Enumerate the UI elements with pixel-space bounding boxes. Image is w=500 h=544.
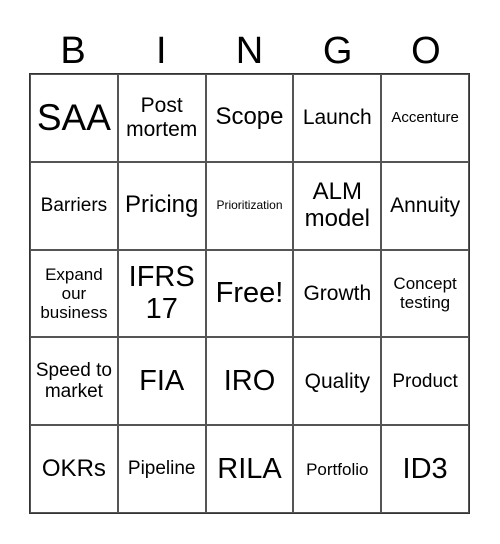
bingo-cell[interactable]: Quality: [293, 337, 382, 426]
bingo-cell[interactable]: Accenture: [381, 74, 469, 162]
bingo-cell[interactable]: Pipeline: [117, 425, 206, 513]
bingo-card: SAA Post mortem Scope Launch Accenture B…: [29, 73, 470, 514]
bingo-cell[interactable]: SAA: [30, 74, 118, 162]
bingo-cell[interactable]: Post mortem: [117, 74, 206, 162]
bingo-cell[interactable]: ID3: [381, 425, 469, 513]
bingo-cell[interactable]: Barriers: [30, 161, 118, 250]
bingo-cell[interactable]: IRO: [205, 337, 294, 426]
bingo-cell[interactable]: Annuity: [381, 161, 469, 250]
bingo-cell[interactable]: IFRS 17: [117, 249, 206, 338]
bingo-cell[interactable]: Prioritization: [205, 161, 294, 250]
bingo-cell[interactable]: Launch: [293, 74, 382, 162]
bingo-cell[interactable]: FIA: [117, 337, 206, 426]
bingo-cell[interactable]: Speed to market: [30, 337, 118, 426]
bingo-cell free-space[interactable]: Free!: [205, 249, 294, 338]
bingo-cell[interactable]: Portfolio: [293, 425, 382, 513]
header-letter-i: I: [156, 30, 167, 72]
bingo-cell[interactable]: Concept testing: [381, 249, 469, 338]
bingo-cell[interactable]: RILA: [205, 425, 294, 513]
bingo-cell[interactable]: OKRs: [30, 425, 118, 513]
header-letter-o: O: [411, 30, 441, 72]
bingo-cell[interactable]: Scope: [205, 74, 294, 162]
bingo-cell[interactable]: Growth: [293, 249, 382, 338]
bingo-cell[interactable]: ALM model: [293, 161, 382, 250]
bingo-header: B I N G O: [29, 30, 470, 73]
header-letter-n: N: [235, 30, 264, 72]
header-letter-g: G: [322, 30, 353, 72]
bingo-cell[interactable]: Pricing: [117, 161, 206, 250]
bingo-cell[interactable]: Product: [381, 337, 469, 426]
bingo-cell[interactable]: Expand our business: [30, 249, 118, 338]
header-letter-b: B: [60, 30, 86, 72]
